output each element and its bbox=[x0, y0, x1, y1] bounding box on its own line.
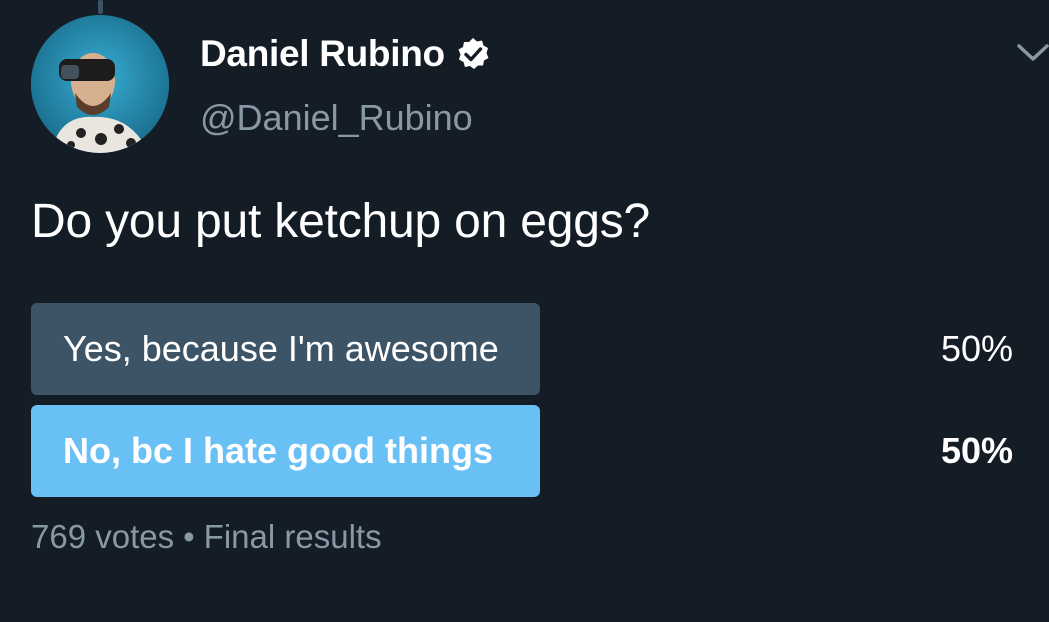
verified-badge-icon bbox=[458, 38, 489, 69]
profile-photo-icon bbox=[31, 15, 169, 153]
poll-option-label: No, bc I hate good things bbox=[63, 430, 493, 471]
author-handle[interactable]: @Daniel_Rubino bbox=[200, 97, 473, 139]
display-name[interactable]: Daniel Rubino bbox=[200, 33, 445, 75]
thread-connector-line bbox=[98, 0, 103, 14]
poll-option: Yes, because I'm awesome 50% bbox=[31, 303, 1016, 395]
poll-option-label: Yes, because I'm awesome bbox=[63, 328, 499, 369]
poll-option-percent: 50% bbox=[940, 430, 1013, 471]
poll-meta: 769 votes • Final results bbox=[31, 518, 382, 556]
poll-option-percent: 50% bbox=[940, 328, 1013, 369]
avatar[interactable] bbox=[31, 15, 169, 153]
author-row[interactable]: Daniel Rubino bbox=[200, 32, 491, 76]
chevron-down-icon[interactable] bbox=[1016, 42, 1049, 64]
poll-option-winner: No, bc I hate good things 50% bbox=[31, 405, 1016, 497]
meta-separator: • bbox=[183, 518, 195, 555]
vote-count: 769 votes bbox=[31, 518, 175, 555]
tweet-text: Do you put ketchup on eggs? bbox=[31, 195, 651, 248]
poll-status: Final results bbox=[203, 518, 382, 555]
